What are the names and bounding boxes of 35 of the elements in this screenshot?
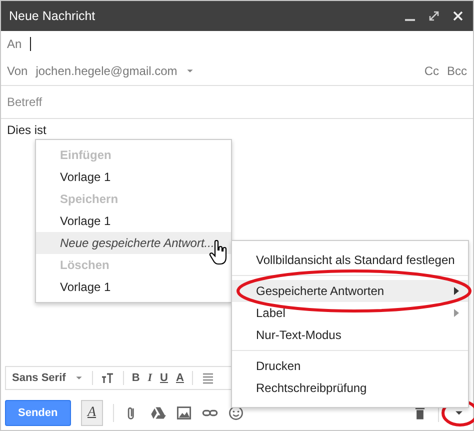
font-dropdown[interactable]: Sans Serif	[12, 372, 66, 384]
message-body-text: Dies ist	[7, 123, 46, 137]
subject-field[interactable]: Betreff	[7, 95, 207, 109]
smiley-icon[interactable]	[228, 405, 244, 421]
text-size-icon[interactable]	[100, 371, 115, 385]
menu-item[interactable]: Drucken	[232, 355, 468, 377]
cc-link[interactable]: Cc	[424, 64, 439, 78]
menu-section-header: Löschen	[59, 257, 110, 274]
menu-item[interactable]: Vorlage 1	[36, 276, 117, 298]
menu-item[interactable]: Label	[232, 302, 468, 324]
menu-section-header: Einfügen	[59, 147, 112, 164]
sender-address[interactable]: jochen.hegele@gmail.com	[36, 64, 178, 78]
text-cursor	[30, 37, 31, 51]
menu-item[interactable]: Neue gespeicherte Antwort...	[36, 232, 231, 254]
bold-button[interactable]: B	[132, 372, 140, 384]
menu-section-header: Speichern	[59, 191, 120, 208]
close-icon[interactable]	[451, 9, 465, 23]
from-label: Von	[7, 64, 28, 78]
italic-button[interactable]: I	[148, 372, 152, 384]
menu-item[interactable]: Gespeicherte Antworten	[232, 280, 468, 302]
window-title: Neue Nachricht	[9, 9, 96, 23]
to-label: An	[7, 37, 22, 51]
text-color-button[interactable]: A	[176, 372, 184, 384]
underline-button[interactable]: U	[160, 372, 168, 384]
menu-item[interactable]: Vorlage 1	[36, 166, 117, 188]
menu-item[interactable]: Nur-Text-Modus	[232, 324, 468, 346]
expand-icon[interactable]	[427, 9, 441, 23]
menu-item[interactable]: Rechtschreibprüfung	[232, 377, 468, 399]
photo-icon[interactable]	[176, 405, 192, 421]
menu-item[interactable]: Vollbildansicht als Standard festlegen	[232, 249, 468, 271]
triangle-drive-icon[interactable]	[150, 405, 166, 421]
menu-item[interactable]: Vorlage 1	[36, 210, 117, 232]
bcc-link[interactable]: Bcc	[446, 64, 467, 78]
align-icon[interactable]	[200, 371, 215, 385]
formatting-button[interactable]: A	[80, 400, 103, 426]
